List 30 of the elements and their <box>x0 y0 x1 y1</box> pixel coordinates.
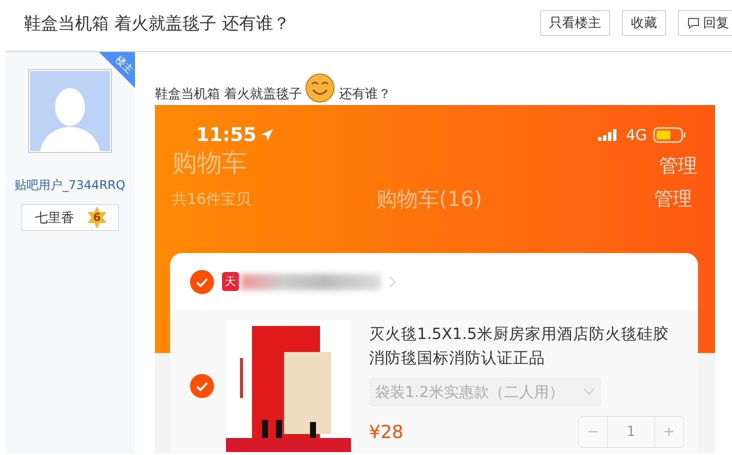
thread-title: 鞋盒当机箱 着火就盖毯子 还有谁？ <box>24 12 291 34</box>
caret-icon <box>583 388 595 396</box>
minus-button[interactable]: − <box>579 417 607 447</box>
reply-button[interactable]: 回复 <box>678 10 732 36</box>
header-button[interactable]: 收藏 <box>622 10 666 36</box>
status-time: 11:55 <box>196 124 256 146</box>
page-heading: 购物车 <box>172 147 247 179</box>
plus-button[interactable]: + <box>655 417 683 447</box>
smiley-icon <box>305 73 336 103</box>
checkbox[interactable] <box>190 374 214 398</box>
item-count: 共16件宝贝 <box>172 190 252 208</box>
manage-link[interactable]: 管理 <box>659 153 697 179</box>
checkbox[interactable] <box>190 270 214 294</box>
post-text: 还有谁？ <box>339 86 392 104</box>
store-tag: 天 <box>222 272 239 291</box>
level-badge: 6 <box>86 206 108 228</box>
post-text: 鞋盒当机箱 着火就盖毯子 <box>155 86 302 104</box>
username[interactable]: 贴吧用户_7344RRQ <box>14 177 126 194</box>
quantity-field[interactable]: 1 <box>607 417 655 447</box>
product-title[interactable]: 灭火毯1.5X1.5米厨房家用酒店防火毯硅胶消防毯国标消防认证正品 <box>369 322 684 370</box>
member-title: 七里香 <box>35 210 74 226</box>
header-button[interactable]: 只看楼主 <box>540 10 610 36</box>
nav-title: 购物车(16) <box>375 186 484 213</box>
network-label: 4G <box>626 126 647 144</box>
price: ¥28 <box>369 422 404 442</box>
manage-link[interactable]: 管理 <box>654 186 692 212</box>
battery-icon <box>653 127 687 143</box>
location-icon <box>260 128 274 142</box>
comment-icon <box>687 16 700 30</box>
variant-dropdown[interactable]: 袋装1.2米实惠款（二人用） <box>369 377 601 407</box>
